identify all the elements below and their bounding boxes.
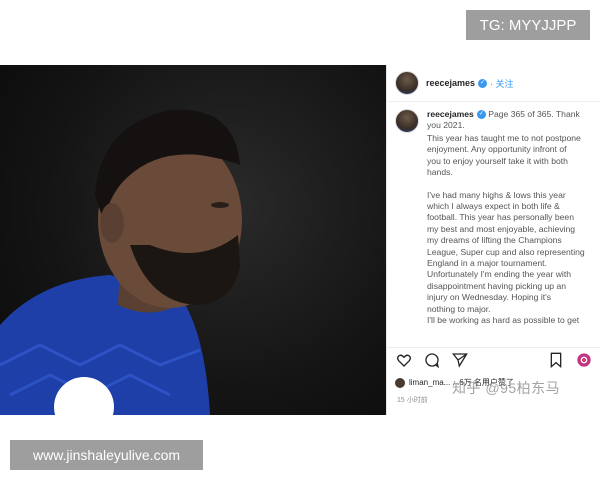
caption-line: my dreams of lifting the Champions: [427, 235, 562, 246]
caption-line: nothing to major.: [427, 303, 491, 314]
caption-line: you to enjoy yourself take it with both: [427, 155, 568, 166]
post-photo: [0, 65, 386, 415]
caption-line: which I always expect in both life &: [427, 201, 560, 212]
post-timestamp: 15 小时前: [397, 397, 428, 404]
reels-icon[interactable]: [575, 351, 593, 369]
caption-avatar[interactable]: [395, 109, 419, 133]
caption-username[interactable]: reecejames: [427, 109, 474, 119]
caption-body: This year has taught me to not postpone …: [427, 133, 593, 327]
caption-head: reecejames ✓ Page 365 of 365. Thank you 2…: [395, 109, 593, 133]
bookmark-icon[interactable]: [547, 351, 565, 369]
caption-line: enjoyment. Any opportunity infront of: [427, 144, 567, 155]
verified-icon: ✓: [476, 110, 486, 120]
instagram-post: reecejames ✓ · 关注 reecejames ✓ Page 365 o…: [0, 65, 600, 415]
caption-line: injury on Wednesday. Hoping it's: [427, 292, 552, 303]
caption-line: my best and most enjoyable, achieving: [427, 223, 576, 234]
header-username[interactable]: reecejames: [426, 78, 475, 88]
heart-icon[interactable]: [395, 351, 413, 369]
send-icon[interactable]: [451, 351, 469, 369]
post-header: reecejames ✓ · 关注: [387, 65, 600, 102]
caption-line: hands.: [427, 167, 453, 178]
liker-avatar: [395, 377, 405, 388]
follow-button[interactable]: · 关注: [490, 77, 514, 90]
zhihu-watermark: 知乎 @95柏东马: [452, 380, 561, 396]
tg-watermark: TG: MYYJJPP: [466, 10, 590, 40]
caption-line: I'll be working as hard as possible to g…: [427, 315, 580, 326]
caption: reecejames ✓ Page 365 of 365. Thank you 2…: [387, 109, 600, 345]
avatar[interactable]: [395, 71, 419, 95]
caption-line: football. This year has personally been: [427, 212, 574, 223]
post-side-panel: reecejames ✓ · 关注 reecejames ✓ Page 365 o…: [386, 65, 600, 415]
site-watermark: www.jinshaleyulive.com: [10, 440, 203, 470]
comment-icon[interactable]: [423, 351, 441, 369]
player-portrait: [0, 109, 242, 415]
caption-line: Unfortunately I'm ending the year with: [427, 269, 571, 280]
caption-intro-line: reecejames ✓ Page 365 of 365. Thank you 2…: [427, 109, 593, 132]
caption-line: League, Super cup and also representing: [427, 246, 585, 257]
caption-line: I've had many highs & lows this year: [427, 189, 566, 200]
post-actions: [387, 347, 600, 371]
caption-line: England in a major tournament.: [427, 258, 547, 269]
verified-icon: ✓: [478, 78, 488, 88]
caption-line: This year has taught me to not postpone: [427, 133, 581, 143]
caption-line: disappointment having picking up an: [427, 280, 567, 291]
